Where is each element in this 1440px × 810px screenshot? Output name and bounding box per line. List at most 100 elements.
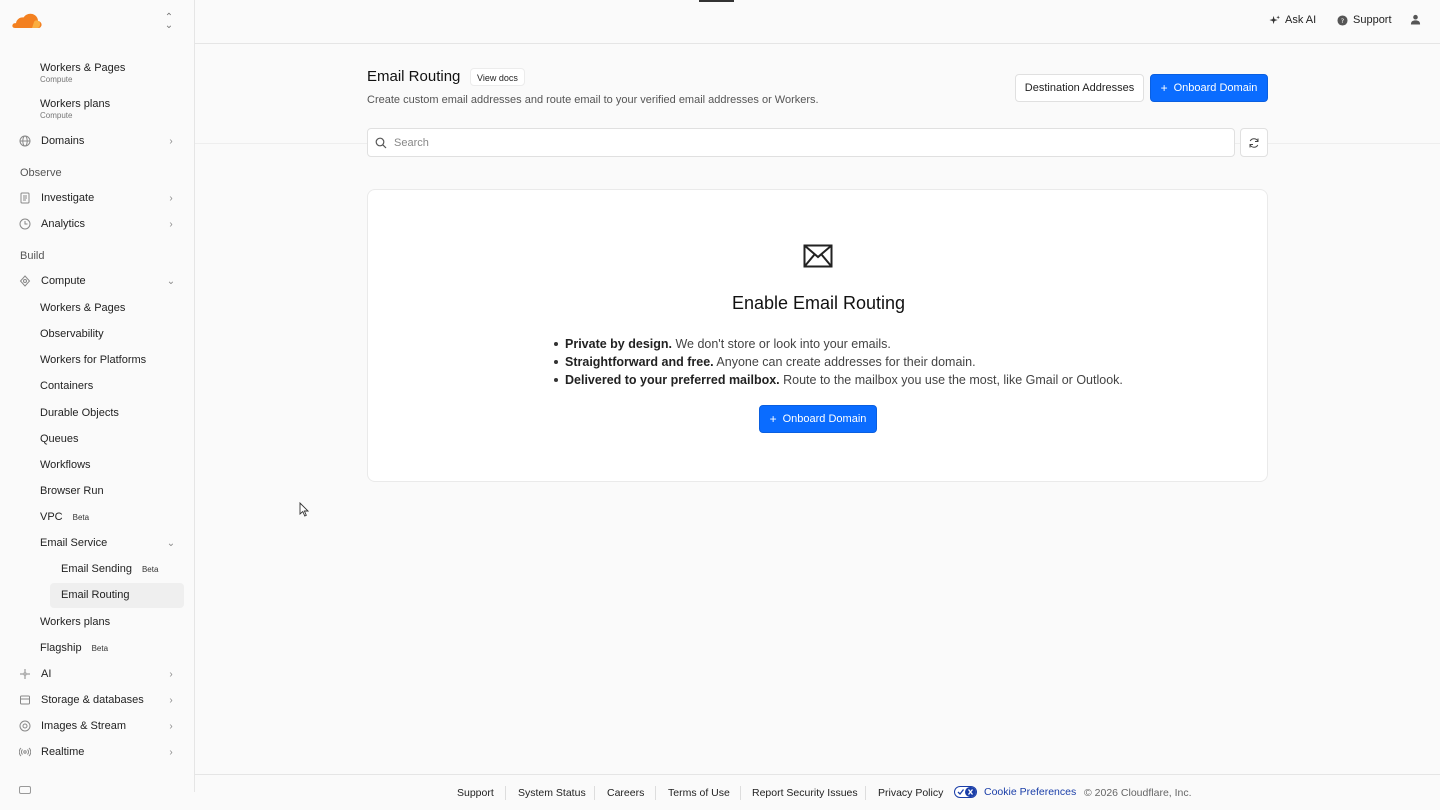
- chevron-right-icon: ›: [169, 720, 173, 732]
- sidebar-item-label: AI: [41, 668, 52, 680]
- search-bar[interactable]: [367, 128, 1235, 157]
- onboard-domain-label: Onboard Domain: [1173, 82, 1258, 94]
- sidebar-subitem-browser-run[interactable]: Browser Run: [40, 485, 104, 497]
- support-button[interactable]: ? Support: [1337, 14, 1392, 26]
- sidebar-item-investigate[interactable]: Investigate ›: [12, 186, 184, 210]
- feature-text: Route to the mailbox you use the most, l…: [779, 373, 1123, 387]
- copyright: © 2026 Cloudflare, Inc.: [1084, 787, 1192, 799]
- sidebar-subitem-containers[interactable]: Containers: [40, 380, 93, 392]
- sidebar-item-label: Analytics: [41, 218, 86, 230]
- database-icon: [18, 693, 32, 707]
- ask-ai-label: Ask AI: [1285, 14, 1317, 26]
- footer-separator: [655, 786, 656, 800]
- user-icon: [1410, 14, 1421, 25]
- sidebar-item-analytics[interactable]: Analytics ›: [12, 212, 184, 236]
- footer-link-privacy[interactable]: Privacy Policy: [878, 787, 943, 799]
- view-docs-link[interactable]: View docs: [470, 68, 525, 86]
- sidebar-item-label: VPC: [40, 511, 63, 523]
- chevron-right-icon: ›: [169, 135, 173, 147]
- feature-title: Delivered to your preferred mailbox.: [565, 373, 780, 387]
- feature-item: Private by design. We don't store or loo…: [554, 335, 1123, 353]
- ask-ai-button[interactable]: Ask AI: [1269, 14, 1316, 26]
- footer-separator: [865, 786, 866, 800]
- sidebar-item-label: Domains: [41, 135, 85, 147]
- page-subtitle: Create custom email addresses and route …: [367, 94, 819, 106]
- help-icon: ?: [1337, 14, 1348, 26]
- sidebar-subitem-email-service[interactable]: Email Service ⌄: [40, 531, 184, 555]
- card-title: Enable Email Routing: [731, 293, 906, 313]
- sidebar-subitem-workflows[interactable]: Workflows: [40, 459, 91, 471]
- onboard-domain-button-card[interactable]: + Onboard Domain: [759, 405, 877, 433]
- chevron-down-icon: ⌄: [166, 537, 176, 549]
- footer-separator: [505, 786, 506, 800]
- sidebar-item-workers-pages-top[interactable]: Workers & Pages Compute: [40, 62, 125, 84]
- sidebar-item-label: Email Service: [40, 537, 108, 549]
- sidebar-subitem-vpc[interactable]: VPC Beta: [40, 511, 89, 523]
- sidebar-subitem-flagship[interactable]: Flagship Beta: [40, 642, 108, 654]
- sidebar-item-label: Workers plans: [40, 98, 111, 110]
- sidebar-subitem-workers-for-platforms[interactable]: Workers for Platforms: [40, 354, 146, 366]
- search-icon: [375, 137, 387, 148]
- feature-item: Delivered to your preferred mailbox. Rou…: [554, 371, 1123, 389]
- sidebar-item-realtime[interactable]: Realtime ›: [12, 740, 184, 764]
- feature-item: Straightforward and free. Anyone can cre…: [554, 353, 1123, 371]
- sidebar-item-domains[interactable]: Domains ›: [12, 129, 184, 153]
- chevron-down-icon: ⌄: [166, 275, 176, 287]
- sidebar-subitem-workers-pages[interactable]: Workers & Pages: [40, 302, 125, 314]
- refresh-button[interactable]: [1240, 128, 1268, 157]
- sidebar-item-workers-plans-top[interactable]: Workers plans Compute: [40, 98, 110, 120]
- sidebar-item-caption: Compute: [40, 75, 73, 84]
- sidebar-item-images[interactable]: Images & Stream ›: [12, 714, 184, 738]
- globe-icon: [18, 134, 32, 148]
- cookie-toggle-icon[interactable]: [954, 786, 977, 798]
- footer-link-support[interactable]: Support: [457, 787, 494, 799]
- sidebar-item-label: Workers & Pages: [40, 62, 126, 74]
- sidebar-item-ai[interactable]: AI ›: [12, 662, 184, 686]
- loading-indicator: [699, 0, 734, 2]
- cookie-preferences-link[interactable]: Cookie Preferences: [984, 786, 1076, 798]
- sidebar-item-storage[interactable]: Storage & databases ›: [12, 688, 184, 712]
- onboard-domain-label: Onboard Domain: [782, 413, 867, 425]
- plus-icon: +: [1160, 81, 1168, 95]
- feature-text: Anyone can create addresses for their do…: [713, 355, 976, 369]
- cloudflare-logo[interactable]: [12, 13, 42, 29]
- search-input[interactable]: [394, 136, 1214, 149]
- clock-icon: [18, 217, 32, 231]
- sidebar-item-label: Images & Stream: [41, 720, 126, 732]
- footer-separator: [594, 786, 595, 800]
- sidebar-subitem-durable-objects[interactable]: Durable Objects: [40, 407, 119, 419]
- sidebar-subitem-email-sending[interactable]: Email Sending Beta: [61, 563, 158, 575]
- sidebar-subitem-queues[interactable]: Queues: [40, 433, 79, 445]
- footer-link-terms[interactable]: Terms of Use: [668, 787, 730, 799]
- refresh-icon: [1249, 137, 1259, 148]
- footer-link-system-status[interactable]: System Status: [518, 787, 586, 799]
- chevron-right-icon: ›: [169, 746, 173, 758]
- support-label: Support: [1353, 14, 1392, 26]
- sidebar-item-compute[interactable]: Compute ⌄: [12, 269, 184, 293]
- sidebar-item-label: Investigate: [41, 192, 95, 204]
- sidebar-subitem-observability[interactable]: Observability: [40, 328, 104, 340]
- sidebar-item-label: Flagship: [40, 642, 82, 654]
- footer-link-security[interactable]: Report Security Issues: [752, 787, 858, 799]
- chevron-up-down-icon[interactable]: ⌃ ⌄: [163, 13, 175, 31]
- onboard-domain-button-header[interactable]: + Onboard Domain: [1150, 74, 1268, 102]
- chevron-right-icon: ›: [169, 668, 173, 680]
- sparkle-icon: [18, 667, 32, 681]
- sidebar-subitem-workers-plans[interactable]: Workers plans: [40, 616, 110, 628]
- sidebar-item-label: Realtime: [41, 746, 85, 758]
- user-menu-button[interactable]: [1410, 14, 1426, 25]
- chevron-right-icon: ›: [169, 694, 173, 706]
- feature-text: We don't store or look into your emails.: [671, 337, 891, 351]
- chevron-right-icon: ›: [169, 218, 173, 230]
- realtime-icon: [18, 745, 32, 759]
- image-icon: [18, 719, 32, 733]
- mail-icon: [803, 244, 833, 268]
- sidebar-subitem-email-routing[interactable]: Email Routing: [61, 589, 129, 601]
- sidebar-item-label: Compute: [41, 275, 86, 287]
- footer-link-careers[interactable]: Careers: [607, 787, 644, 799]
- section-build: Build: [20, 250, 45, 262]
- destination-addresses-button[interactable]: Destination Addresses: [1015, 74, 1144, 102]
- sidebar-item-label: Storage & databases: [41, 694, 144, 706]
- collapse-sidebar-icon[interactable]: [19, 786, 31, 794]
- sidebar-header: ⌃ ⌄: [0, 0, 195, 44]
